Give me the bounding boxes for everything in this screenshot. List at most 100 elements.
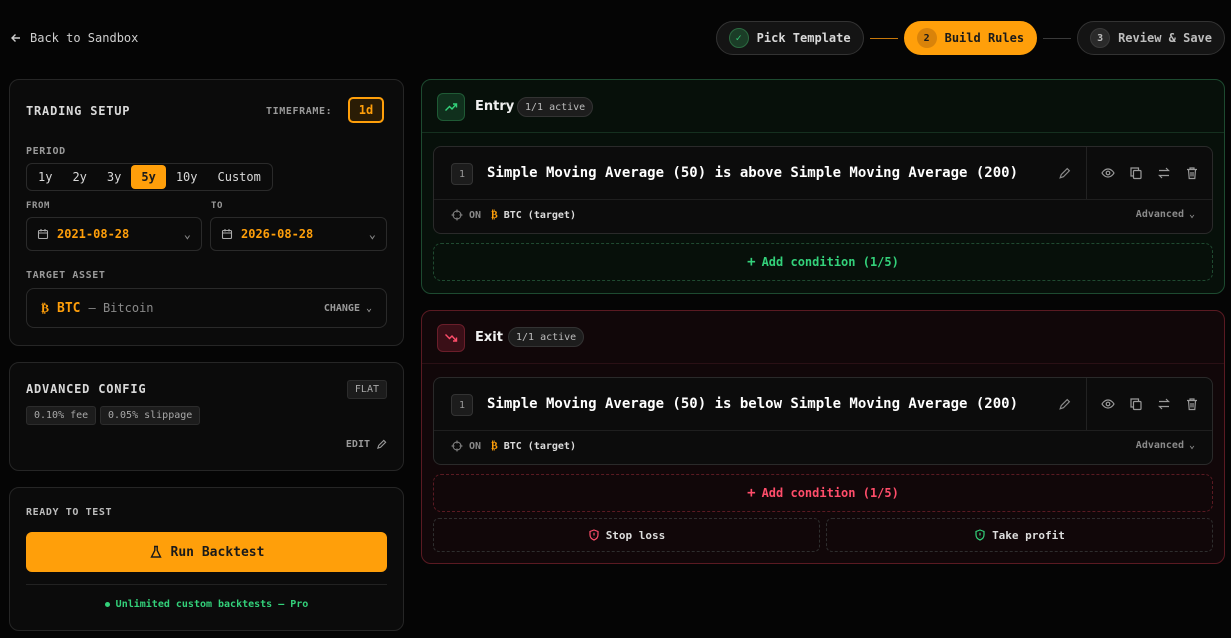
trash-icon[interactable]: [1185, 397, 1199, 411]
run-backtest-panel: READY TO TEST Run Backtest Unlimited cus…: [9, 487, 404, 631]
step-label: Build Rules: [944, 31, 1025, 45]
check-icon: ✓: [728, 28, 749, 48]
step-review-save[interactable]: 3 Review & Save: [1077, 21, 1225, 55]
exit-add-condition-button[interactable]: + Add condition (1/5): [433, 474, 1213, 512]
period-3y[interactable]: 3y: [97, 165, 131, 189]
pro-promo[interactable]: Unlimited custom backtests — Pro: [10, 599, 403, 610]
edit-config-button[interactable]: EDIT: [346, 439, 387, 450]
condition-actions: [1101, 166, 1199, 180]
section-divider: [422, 132, 1224, 133]
pencil-icon[interactable]: [1058, 398, 1071, 411]
fee-mode-badge: FLAT: [346, 380, 387, 399]
copy-icon[interactable]: [1129, 397, 1143, 411]
condition-actions: [1101, 397, 1199, 411]
target-label: BTC (target): [503, 209, 576, 221]
chevron-down-icon: ⌄: [1188, 440, 1195, 451]
exit-condition-row: 1 Simple Moving Average (50) is below Si…: [433, 377, 1213, 465]
swap-icon[interactable]: [1157, 397, 1171, 411]
advanced-config-panel: ADVANCED CONFIG FLAT 0.10% fee 0.05% sli…: [9, 362, 404, 471]
step-label: Pick Template: [756, 31, 851, 45]
advanced-label: Advanced: [1135, 440, 1184, 451]
trading-setup-title: TRADING SETUP: [26, 104, 131, 118]
trending-down-icon: [437, 324, 465, 352]
copy-icon[interactable]: [1129, 166, 1143, 180]
plus-icon: +: [747, 485, 756, 501]
change-asset-button[interactable]: CHANGE ⌄: [324, 303, 372, 314]
chevron-down-icon: ⌄: [183, 227, 191, 241]
from-date-value: 2021-08-28: [57, 227, 130, 241]
advanced-label: Advanced: [1135, 209, 1184, 220]
calendar-icon: [37, 229, 49, 240]
period-5y[interactable]: 5y: [131, 165, 166, 189]
change-label: CHANGE: [323, 302, 360, 314]
period-selector: 1y 2y 3y 5y 10y Custom: [26, 163, 273, 191]
condition-text[interactable]: Simple Moving Average (50) is above Simp…: [487, 165, 1018, 181]
to-label: TO: [211, 201, 224, 211]
wizard-steps: ✓ Pick Template 2 Build Rules 3 Review &…: [715, 21, 1225, 55]
swap-icon[interactable]: [1157, 166, 1171, 180]
exit-active-badge: 1/1 active: [508, 327, 585, 347]
crosshair-icon: [451, 440, 463, 452]
period-custom[interactable]: Custom: [208, 165, 271, 189]
period-10y[interactable]: 10y: [166, 165, 208, 189]
trash-icon[interactable]: [1185, 166, 1199, 180]
step-pick-template[interactable]: ✓ Pick Template: [715, 21, 864, 55]
slippage-chip: 0.05% slippage: [100, 406, 201, 425]
stop-loss-label: Stop loss: [605, 528, 666, 542]
step-build-rules[interactable]: 2 Build Rules: [903, 21, 1038, 55]
period-label: PERIOD: [26, 146, 66, 157]
divider: [1086, 147, 1087, 199]
entry-add-condition-button[interactable]: + Add condition (1/5): [433, 243, 1213, 281]
from-date-picker[interactable]: 2021-08-28 ⌄: [26, 217, 202, 251]
condition-target: ON ₿ BTC (target): [451, 440, 576, 452]
calendar-icon: [221, 229, 233, 240]
take-profit-label: Take profit: [992, 528, 1065, 542]
period-2y[interactable]: 2y: [62, 165, 96, 189]
promo-text: Unlimited custom backtests — Pro: [115, 599, 309, 610]
take-profit-button[interactable]: Take profit: [826, 518, 1213, 552]
bitcoin-icon: ₿: [41, 300, 50, 315]
divider: [434, 430, 1212, 431]
target-asset-label: TARGET ASSET: [26, 270, 106, 281]
add-condition-label: Add condition (1/5): [761, 486, 899, 500]
chevron-down-icon: ⌄: [365, 302, 372, 314]
ready-label: READY TO TEST: [26, 507, 113, 518]
plus-icon: +: [747, 254, 756, 270]
crosshair-icon: [451, 209, 463, 221]
entry-condition-row: 1 Simple Moving Average (50) is above Si…: [433, 146, 1213, 234]
asset-name: — Bitcoin: [88, 301, 154, 315]
step-connector: [869, 37, 898, 39]
advanced-toggle[interactable]: Advanced ⌄: [1136, 209, 1195, 220]
condition-number: 1: [451, 394, 473, 416]
entry-title: Entry: [475, 99, 515, 114]
eye-icon[interactable]: [1101, 166, 1115, 180]
trading-setup-panel: TRADING SETUP TIMEFRAME: 1d PERIOD 1y 2y…: [9, 79, 404, 346]
pencil-icon[interactable]: [1058, 167, 1071, 180]
divider: [26, 584, 387, 585]
target-asset-selector[interactable]: ₿ BTC — Bitcoin CHANGE ⌄: [26, 288, 387, 328]
target-label: BTC (target): [503, 440, 576, 452]
to-date-picker[interactable]: 2026-08-28 ⌄: [210, 217, 387, 251]
period-1y[interactable]: 1y: [28, 165, 62, 189]
advanced-toggle[interactable]: Advanced ⌄: [1136, 440, 1195, 451]
entry-active-badge: 1/1 active: [517, 97, 594, 117]
stop-loss-button[interactable]: Stop loss: [433, 518, 820, 552]
bitcoin-icon: ₿: [491, 209, 498, 221]
flask-icon: [149, 545, 162, 558]
condition-text[interactable]: Simple Moving Average (50) is below Simp…: [487, 396, 1018, 412]
on-label: ON: [469, 440, 482, 452]
run-backtest-label: Run Backtest: [170, 544, 265, 560]
exit-title: Exit: [475, 330, 503, 345]
section-divider: [422, 363, 1224, 364]
shield-alert-icon: [589, 529, 599, 541]
back-to-sandbox-link[interactable]: Back to Sandbox: [10, 29, 138, 47]
run-backtest-button[interactable]: Run Backtest: [26, 532, 387, 572]
back-label: Back to Sandbox: [30, 31, 139, 45]
arrow-left-icon: [11, 34, 20, 42]
condition-target: ON ₿ BTC (target): [451, 209, 576, 221]
pencil-icon: [376, 439, 387, 450]
step-number: 3: [1090, 28, 1111, 48]
divider: [434, 199, 1212, 200]
timeframe-selector[interactable]: 1d: [348, 97, 384, 123]
eye-icon[interactable]: [1101, 397, 1115, 411]
